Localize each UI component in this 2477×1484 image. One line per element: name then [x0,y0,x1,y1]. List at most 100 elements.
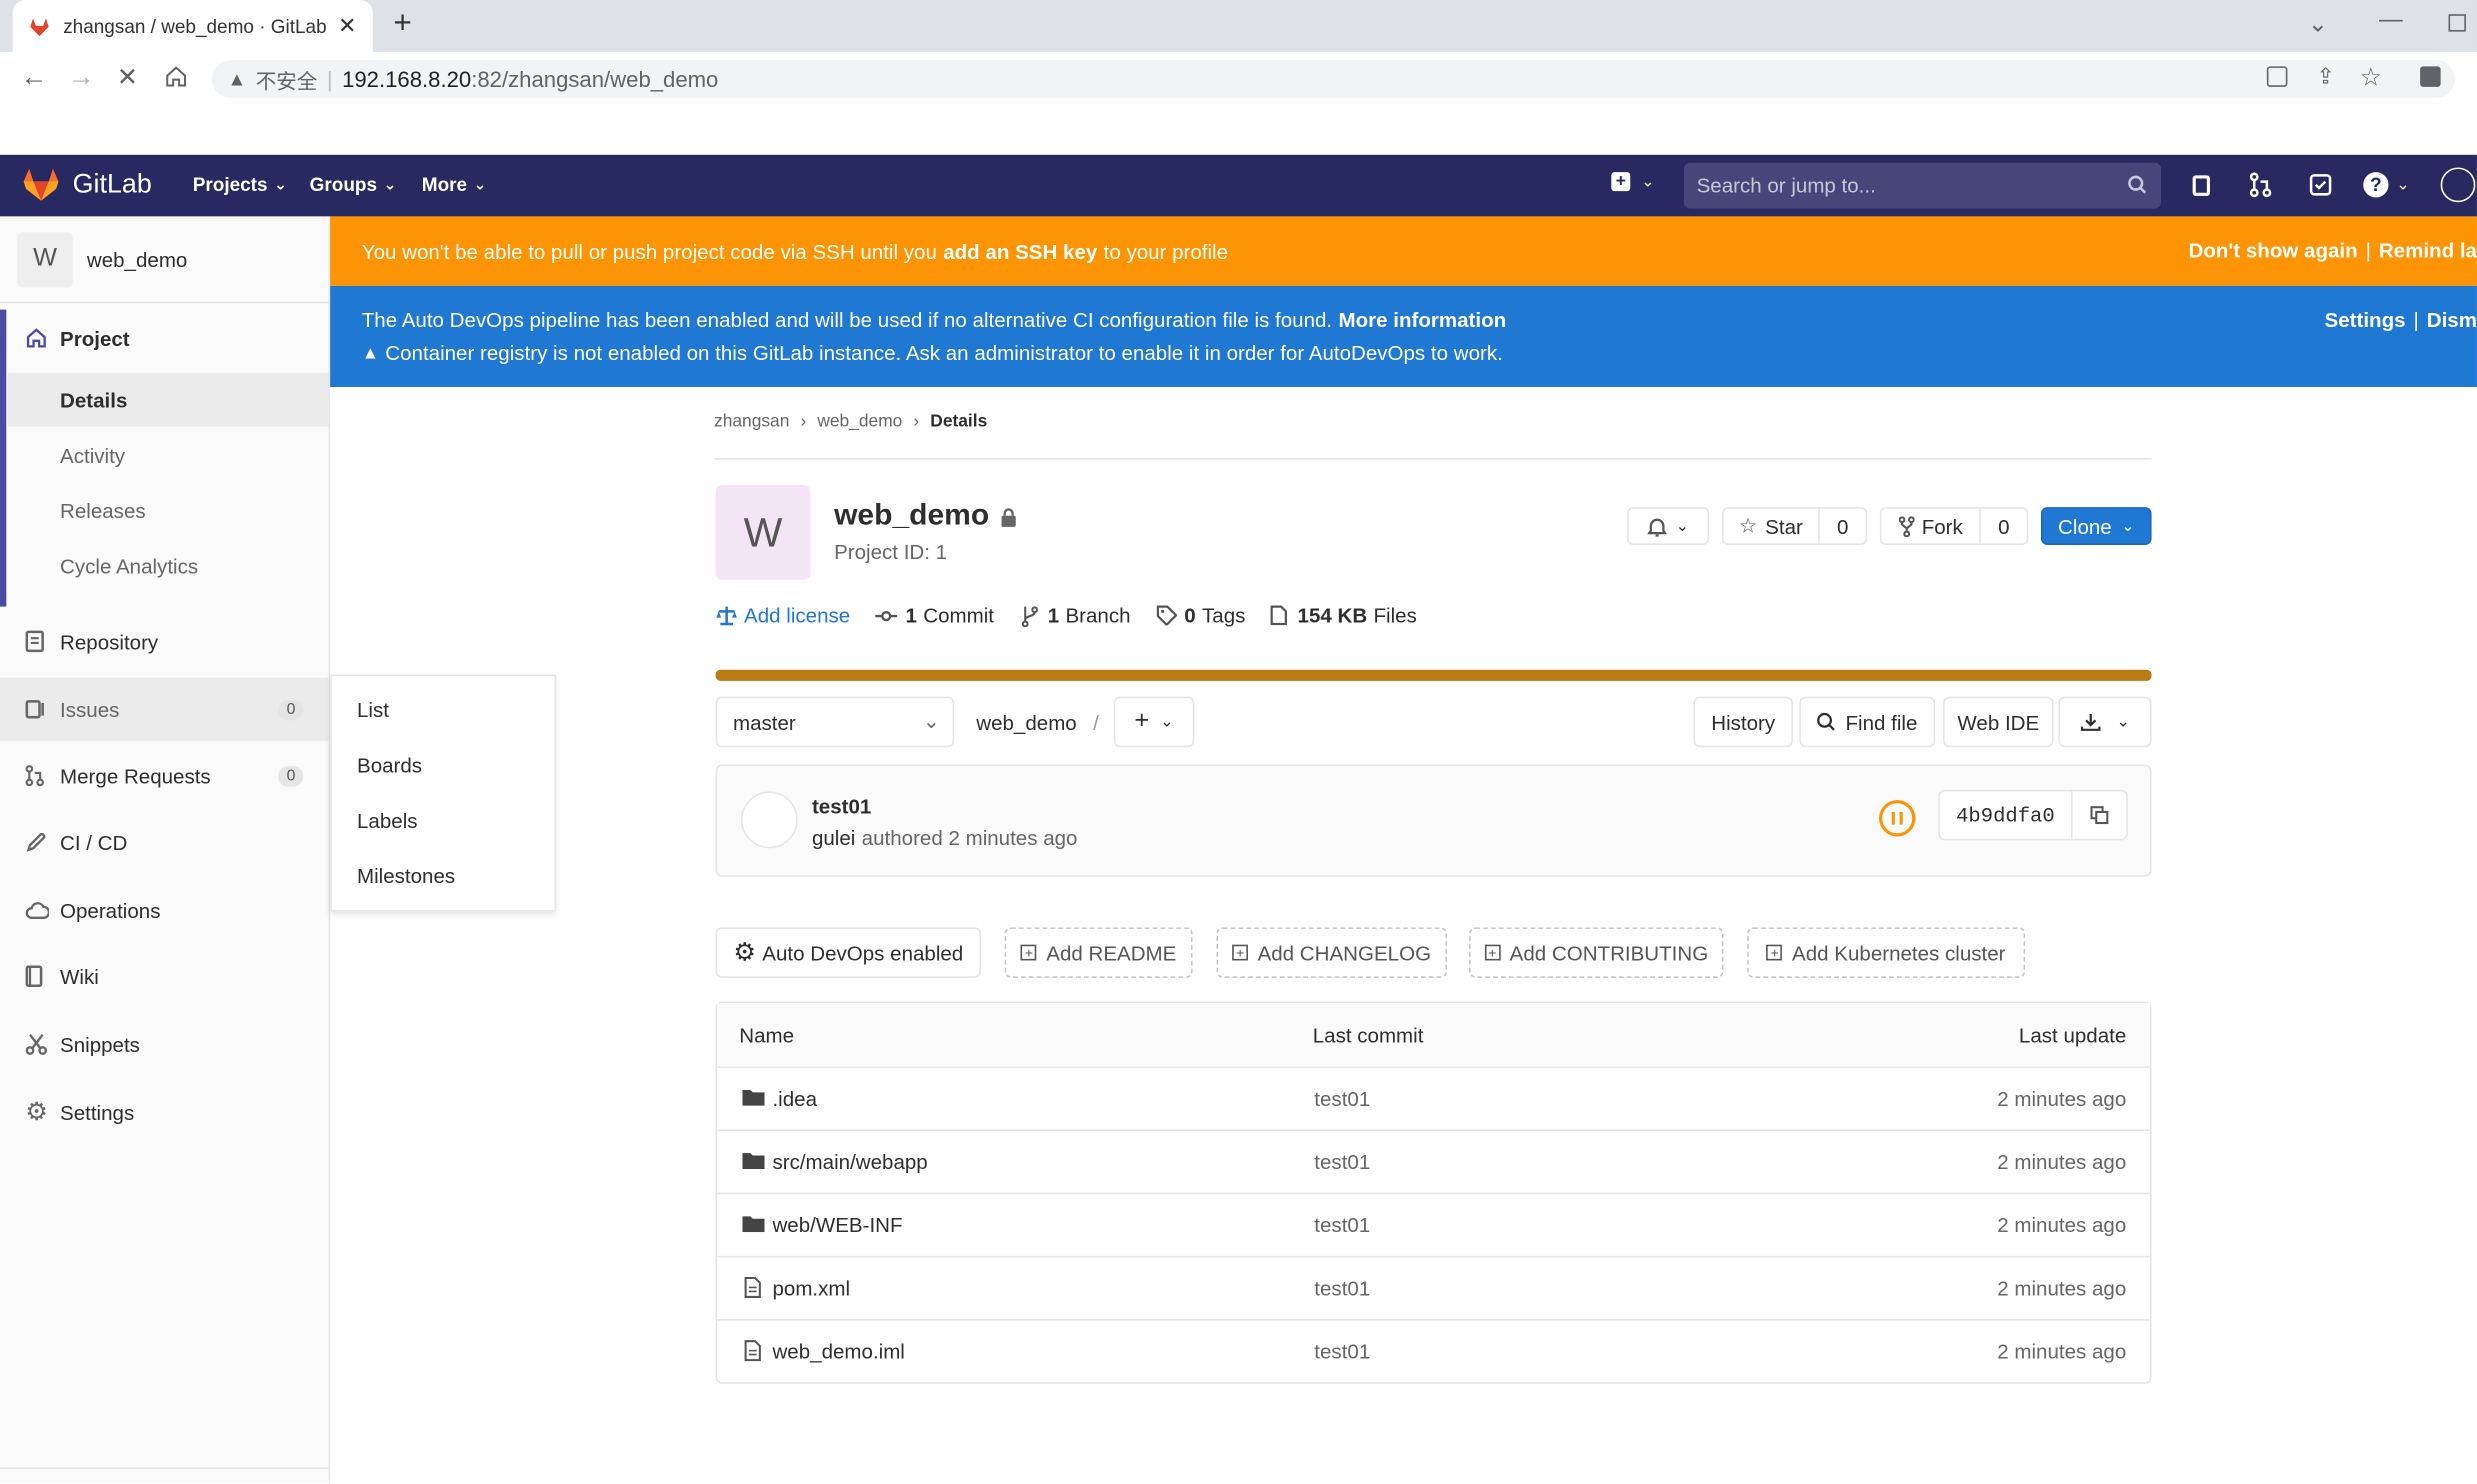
flyout-item-boards[interactable]: Boards [357,754,422,778]
sidebar-item-operations[interactable]: Operations [0,881,329,938]
file-last-commit[interactable]: test01 [1314,1340,1370,1364]
translate-icon[interactable] [2266,66,2288,87]
file-last-commit[interactable]: test01 [1314,1087,1370,1111]
home-icon[interactable] [164,65,188,89]
breadcrumb-divider [714,458,2152,460]
file-name-link[interactable]: pom.xml [772,1276,850,1300]
add-contributing-button[interactable]: + Add CONTRIBUTING [1469,927,1724,978]
bookmark-star-icon[interactable]: ☆ [2360,62,2383,94]
flyout-item-milestones[interactable]: Milestones [357,864,455,888]
repo-path[interactable]: web_demo [976,711,1076,735]
commit-author[interactable]: gulei [812,826,855,850]
merge-request-icon[interactable] [2249,172,2272,198]
add-kubernetes-button[interactable]: + Add Kubernetes cluster [1747,927,2026,978]
sidebar-item-project[interactable]: Project [0,310,329,367]
sidebar-item-details[interactable]: Details [7,372,329,427]
sidebar-item-repository[interactable]: Repository [0,613,329,670]
remind-later-link[interactable]: Remind la [2379,239,2477,263]
file-name-link[interactable]: web/WEB-INF [772,1213,902,1237]
add-ssh-key-link[interactable]: add an SSH key [943,239,1097,263]
breadcrumb-user[interactable]: zhangsan [714,412,789,431]
todo-icon[interactable] [2309,174,2332,196]
browser-tab[interactable]: zhangsan / web_demo · GitLab ✕ [12,0,373,53]
commit-author-avatar[interactable] [740,791,798,849]
table-row[interactable]: .idea test01 2 minutes ago [715,1066,2152,1129]
sidebar-item-activity[interactable]: Activity [8,428,329,482]
sidebar-project-header[interactable]: W web_demo [0,216,329,304]
copy-sha-button[interactable] [2070,789,2128,841]
flyout-item-labels[interactable]: Labels [357,809,418,833]
devops-dismiss-link[interactable]: Dism [2427,308,2477,332]
commit-sha[interactable]: 4b9ddfa0 [1938,789,2073,841]
star-button[interactable]: ☆ Star [1721,507,1820,545]
search-input[interactable]: Search or jump to... [1683,162,2162,209]
branches-link[interactable]: 1 Branch [1022,603,1131,628]
table-row[interactable]: pom.xml test01 2 minutes ago [715,1255,2152,1319]
fork-count[interactable]: 0 [1979,507,2029,545]
user-avatar[interactable] [2440,167,2476,203]
add-changelog-button[interactable]: + Add CHANGELOG [1216,927,1448,978]
devops-settings-link[interactable]: Settings [2325,308,2406,332]
new-tab-button[interactable]: + [393,6,411,42]
commits-link[interactable]: 1 Commit [875,603,994,627]
devops-banner-line2: ▲ Container registry is not enabled on t… [362,341,1503,365]
sidebar-toggle-icon[interactable] [2192,175,2211,196]
sidebar-item-releases[interactable]: Releases [8,483,329,537]
sidebar-item-settings[interactable]: ⚙ Settings [0,1084,329,1141]
table-row[interactable]: web_demo.iml test01 2 minutes ago [715,1319,2152,1382]
tab-close-icon[interactable]: ✕ [338,13,357,40]
find-file-button[interactable]: Find file [1799,696,1936,748]
more-information-link[interactable]: More information [1338,308,1506,332]
stop-loading-icon[interactable]: ✕ [117,62,138,94]
file-last-commit[interactable]: test01 [1314,1213,1370,1237]
sidebar-item-issues[interactable]: Issues 0 [0,677,329,741]
star-count[interactable]: 0 [1818,507,1868,545]
sidebar-item-merge-requests[interactable]: Merge Requests 0 [0,747,329,804]
flyout-item-list[interactable]: List [357,698,389,722]
file-last-commit[interactable]: test01 [1314,1276,1370,1300]
new-item-dropdown[interactable]: + ⌄ [1611,172,1655,192]
branch-select[interactable]: master ⌄ [715,696,955,748]
branches-count: 1 [1047,603,1060,628]
gitlab-home-link[interactable]: GitLab [22,167,152,202]
fork-button[interactable]: Fork [1879,507,1981,545]
extensions-icon[interactable] [2420,66,2441,87]
dont-show-again-link[interactable]: Don't show again [2189,239,2358,263]
sidebar-item-wiki[interactable]: Wiki [0,948,329,1005]
commit-meta: gulei authored 2 minutes ago [812,826,1078,850]
back-icon[interactable]: ← [21,62,48,94]
commit-title[interactable]: test01 [812,795,871,819]
sidebar-item-cycle-analytics[interactable]: Cycle Analytics [8,539,329,593]
nav-groups-dropdown[interactable]: Groups ⌄ [310,174,397,196]
nav-projects-dropdown[interactable]: Projects ⌄ [193,174,287,196]
address-bar[interactable]: ▲ 不安全 | 192.168.8.20 :82/zhangsan/web_de… [211,60,2455,98]
auto-devops-button[interactable]: ⚙ Auto DevOps enabled [715,927,981,978]
help-dropdown[interactable]: ? ⌄ [2363,172,2410,198]
tags-link[interactable]: 0 Tags [1156,603,1245,627]
files-link[interactable]: 154 KB Files [1271,603,1417,627]
file-last-commit[interactable]: test01 [1314,1150,1370,1174]
restore-icon[interactable] [2448,14,2466,32]
notification-dropdown[interactable]: ⌄ [1627,507,1710,545]
table-row[interactable]: web/WEB-INF test01 2 minutes ago [715,1192,2152,1256]
table-row[interactable]: src/main/webapp test01 2 minutes ago [715,1129,2152,1192]
file-name-link[interactable]: web_demo.iml [772,1340,904,1364]
pipeline-paused-icon[interactable] [1878,799,1916,837]
clone-dropdown[interactable]: Clone ⌄ [2040,507,2152,545]
file-name-link[interactable]: src/main/webapp [772,1150,927,1174]
forward-icon[interactable]: → [68,62,95,94]
share-icon[interactable]: ⇪ [2316,63,2335,90]
web-ide-button[interactable]: Web IDE [1943,696,2054,748]
file-name-link[interactable]: .idea [772,1087,817,1111]
add-readme-button[interactable]: + Add README [1004,927,1193,978]
minimize-icon[interactable]: — [2379,6,2403,33]
tab-search-icon[interactable]: ⌄ [2308,9,2328,38]
sidebar-item-snippets[interactable]: Snippets [0,1016,329,1073]
history-button[interactable]: History [1693,696,1793,748]
add-license-link[interactable]: Add license [716,603,850,627]
nav-more-dropdown[interactable]: More ⌄ [422,174,487,196]
download-dropdown[interactable]: ⌄ [2058,696,2152,748]
breadcrumb-project[interactable]: web_demo [817,412,902,431]
sidebar-item-cicd[interactable]: CI / CD [0,814,329,871]
add-to-tree-dropdown[interactable]: + ⌄ [1113,696,1195,748]
